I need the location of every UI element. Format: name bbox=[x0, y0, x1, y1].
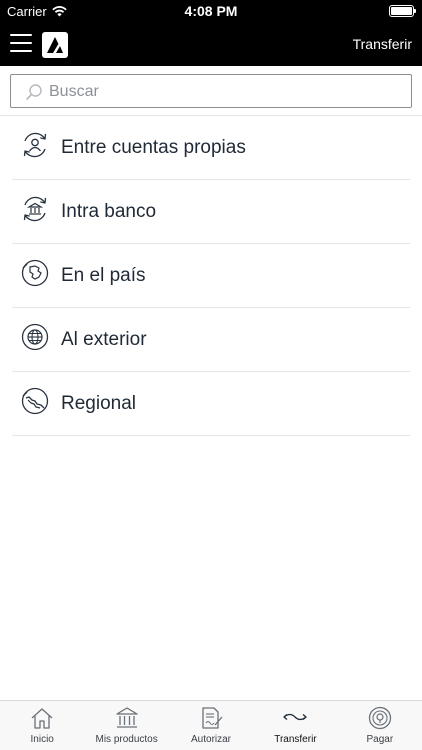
transfer-options-list: Entre cuentas propias Intra banco En el … bbox=[12, 116, 410, 436]
tab-autorizar[interactable]: Autorizar bbox=[169, 701, 253, 750]
pay-coin-icon bbox=[368, 706, 391, 730]
bank-icon bbox=[115, 707, 138, 728]
tab-pagar[interactable]: Pagar bbox=[338, 701, 422, 750]
search-section bbox=[0, 66, 422, 116]
search-box[interactable] bbox=[10, 74, 412, 108]
user-transfer-icon bbox=[23, 132, 47, 158]
list-item-al-exterior[interactable]: Al exterior bbox=[12, 308, 410, 372]
hamburger-menu-button[interactable] bbox=[10, 34, 32, 54]
sign-document-icon bbox=[202, 707, 223, 729]
list-item-regional[interactable]: Regional bbox=[12, 372, 410, 436]
tab-label: Autorizar bbox=[191, 734, 232, 745]
home-icon bbox=[31, 708, 53, 729]
search-input[interactable] bbox=[49, 79, 399, 105]
list-item-label: Intra banco bbox=[61, 201, 157, 222]
tab-label: Inicio bbox=[30, 734, 54, 745]
list-item-label: En el país bbox=[61, 265, 146, 286]
navigation-bar: Transferir bbox=[0, 22, 422, 66]
search-icon bbox=[26, 84, 42, 100]
tab-inicio[interactable]: Inicio bbox=[0, 701, 84, 750]
transfer-arrows-icon bbox=[283, 713, 308, 721]
page-title: Transferir bbox=[352, 36, 412, 52]
tab-transferir[interactable]: Transferir bbox=[253, 701, 337, 750]
list-item-intra-banco[interactable]: Intra banco bbox=[12, 180, 410, 244]
status-bar: Carrier 4:08 PM bbox=[0, 0, 422, 22]
bank-transfer-icon bbox=[23, 196, 47, 222]
bank-logo-icon bbox=[42, 32, 68, 58]
list-item-label: Entre cuentas propias bbox=[61, 137, 246, 158]
tab-label: Mis productos bbox=[95, 734, 158, 745]
list-item-label: Al exterior bbox=[61, 329, 147, 350]
battery-icon bbox=[389, 5, 416, 17]
status-time: 4:08 PM bbox=[184, 3, 238, 19]
tab-bar: Inicio Mis productos Autorizar Transferi… bbox=[0, 700, 422, 750]
list-item-en-el-pais[interactable]: En el país bbox=[12, 244, 410, 308]
region-map-icon bbox=[21, 387, 49, 415]
list-item-label: Regional bbox=[61, 393, 136, 414]
tab-mis-productos[interactable]: Mis productos bbox=[84, 701, 168, 750]
list-item-entre-cuentas-propias[interactable]: Entre cuentas propias bbox=[12, 116, 410, 180]
globe-icon bbox=[21, 323, 49, 351]
tab-label: Transferir bbox=[274, 734, 317, 745]
country-map-icon bbox=[21, 259, 49, 287]
tab-label: Pagar bbox=[366, 734, 394, 745]
